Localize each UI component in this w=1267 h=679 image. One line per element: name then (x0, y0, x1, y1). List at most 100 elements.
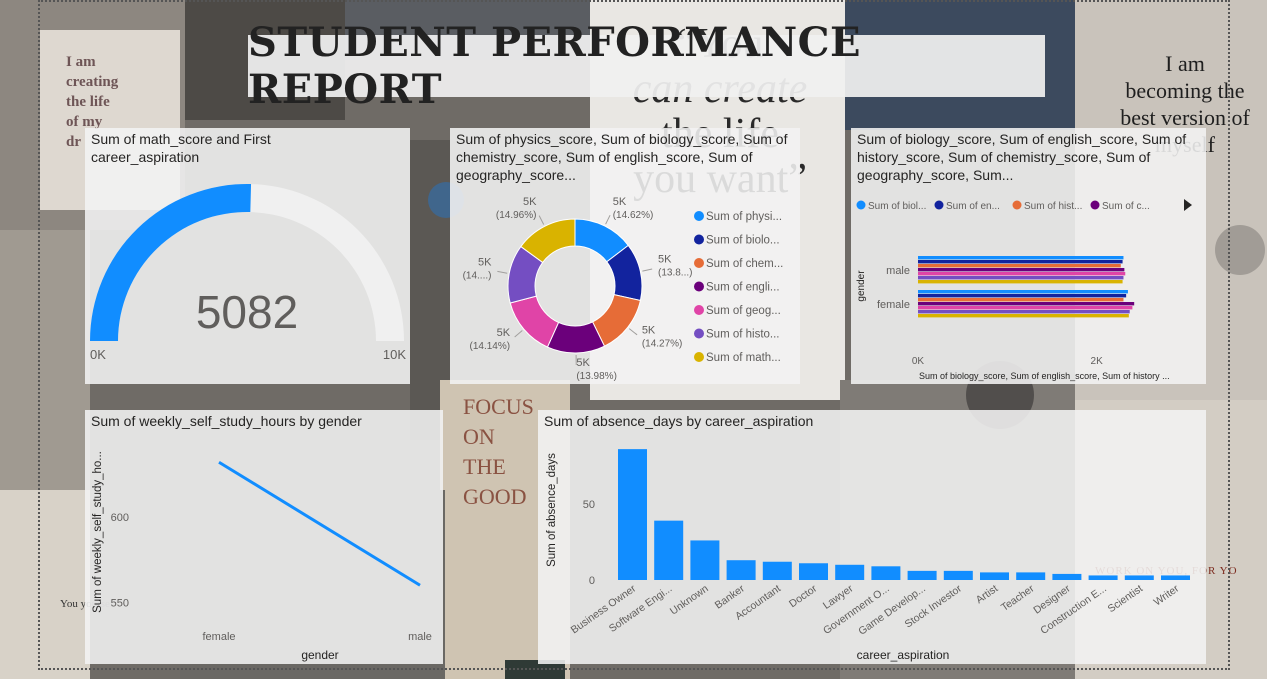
column-x-tick: Artist (974, 583, 1001, 607)
bar (918, 280, 1123, 284)
donut-value-label: 5K (642, 325, 656, 337)
clustered-bar-chart: Sum of biol... Sum of en... Sum of hist...… (856, 199, 1192, 381)
column-bar (980, 572, 1009, 580)
bar-x-tick: 0K (912, 356, 925, 367)
donut-legend-label: Sum of chem... (706, 258, 783, 270)
donut-value-label: 5K (613, 196, 627, 208)
report-title-box: STUDENT PERFORMANCE REPORT (248, 19, 1045, 113)
chevron-right-icon (1184, 199, 1192, 211)
bar (918, 294, 1127, 298)
bar-x-axis-title: Sum of biology_score, Sum of english_sco… (919, 371, 1170, 381)
line-y-tick: 550 (111, 597, 129, 609)
donut-leader-line (605, 214, 611, 225)
line-visual[interactable]: Sum of weekly_self_study_hours by gender… (85, 410, 443, 664)
donut-legend-marker (694, 211, 704, 221)
bar (918, 276, 1124, 280)
bar (918, 268, 1125, 272)
column-visual[interactable]: Sum of absence_days by career_aspiration… (538, 410, 1206, 664)
bar (918, 290, 1128, 294)
donut-legend-label: Sum of math... (706, 352, 781, 364)
bar-x-tick: 2K (1091, 356, 1104, 367)
column-bar (943, 570, 973, 580)
donut-leader-line (514, 330, 523, 338)
column-bar (871, 566, 901, 580)
bar-y-axis-title: gender (856, 270, 867, 302)
line-y-tick: 600 (111, 512, 129, 524)
line-x-axis-title: gender (301, 648, 338, 662)
donut-value-label: 5K (576, 357, 590, 369)
column-bar (1016, 572, 1046, 580)
column-bar (618, 449, 647, 580)
gauge-visual[interactable]: Sum of math_score and First career_aspir… (85, 128, 410, 384)
column-y-tick: 0 (589, 575, 595, 587)
donut-leader-line (538, 215, 545, 225)
donut-percent-label: (14.27%) (642, 339, 683, 350)
column-bar (1161, 575, 1190, 580)
column-bar (1124, 575, 1154, 580)
donut-percent-label: (13.98%) (576, 371, 617, 382)
report-title: STUDENT PERFORMANCE REPORT (248, 19, 861, 113)
column-bar (690, 540, 720, 580)
column-bar (1052, 573, 1082, 580)
bar (918, 298, 1124, 302)
bar (918, 256, 1124, 260)
donut-legend-label: Sum of geog... (706, 305, 781, 317)
line-x-tick: male (408, 631, 432, 643)
bar-legend-marker (856, 200, 866, 210)
column-x-tick: Scientist (1106, 583, 1145, 616)
bar-legend-marker (1012, 200, 1022, 210)
donut-chart: 5K (14.62%) 5K (13.8...) 5K (14.27%) 5K (13.98%… (463, 196, 784, 382)
bar (918, 302, 1135, 306)
bar (918, 306, 1133, 310)
column-x-tick: Construction E... (1038, 583, 1108, 637)
bar (918, 310, 1130, 314)
bar (918, 272, 1126, 276)
gauge-max-label: 10K (383, 347, 406, 362)
bar-legend-label: Sum of hist... (1024, 201, 1082, 212)
column-y-axis-title: Sum of absence_days (546, 453, 558, 567)
bar (918, 260, 1123, 264)
column-bar (654, 520, 684, 580)
column-x-tick: Unknown (668, 583, 711, 618)
column-bar (907, 570, 937, 580)
column-x-tick: Teacher (999, 582, 1037, 614)
clustered-bar-visual[interactable]: Sum of biology_score, Sum of english_sco… (851, 128, 1206, 384)
donut-percent-label: (14.14%) (470, 341, 511, 352)
donut-value-label: 5K (478, 256, 492, 268)
donut-legend-label: Sum of biolo... (706, 235, 780, 247)
donut-legend-marker (694, 328, 704, 339)
donut-percent-label: (14.96%) (496, 210, 537, 221)
line-series (218, 460, 421, 587)
gauge-value: 5082 (196, 286, 298, 338)
column-bar (726, 560, 756, 580)
background-quote-focus: FOCUS ON THE GOOD (463, 394, 534, 509)
bar-legend-label: Sum of c... (1102, 201, 1150, 212)
donut-legend-label: Sum of engli... (706, 282, 780, 294)
donut-percent-label: (14.62%) (613, 210, 654, 221)
donut-value-label: 5K (658, 254, 672, 266)
bar-legend-label: Sum of en... (946, 201, 1000, 212)
donut-visual[interactable]: Sum of physics_score, Sum of biology_sco… (450, 128, 800, 384)
donut-legend-marker (694, 234, 704, 245)
bar-legend-label: Sum of biol... (868, 201, 926, 212)
bar-legend-marker (1090, 200, 1100, 210)
column-x-tick: Doctor (787, 582, 820, 610)
column-bar (762, 561, 792, 580)
column-bar (799, 563, 828, 580)
column-bar (835, 564, 865, 580)
donut-leader-line (642, 268, 653, 272)
donut-legend-marker (694, 305, 704, 315)
donut-legend-marker (694, 281, 704, 292)
column-x-tick: Software Engi... (607, 583, 675, 635)
donut-value-label: 5K (497, 327, 511, 339)
donut-legend-marker (694, 258, 704, 268)
donut-leader-line (628, 328, 638, 336)
bar (918, 314, 1129, 318)
column-bar (1088, 575, 1118, 580)
line-x-tick: female (202, 631, 235, 643)
bar-category-label: male (886, 265, 910, 277)
donut-percent-label: (13.8...) (658, 268, 692, 279)
donut-legend-label: Sum of histo... (706, 329, 780, 341)
column-x-axis-title: career_aspiration (857, 648, 950, 662)
donut-value-label: 5K (523, 196, 537, 208)
